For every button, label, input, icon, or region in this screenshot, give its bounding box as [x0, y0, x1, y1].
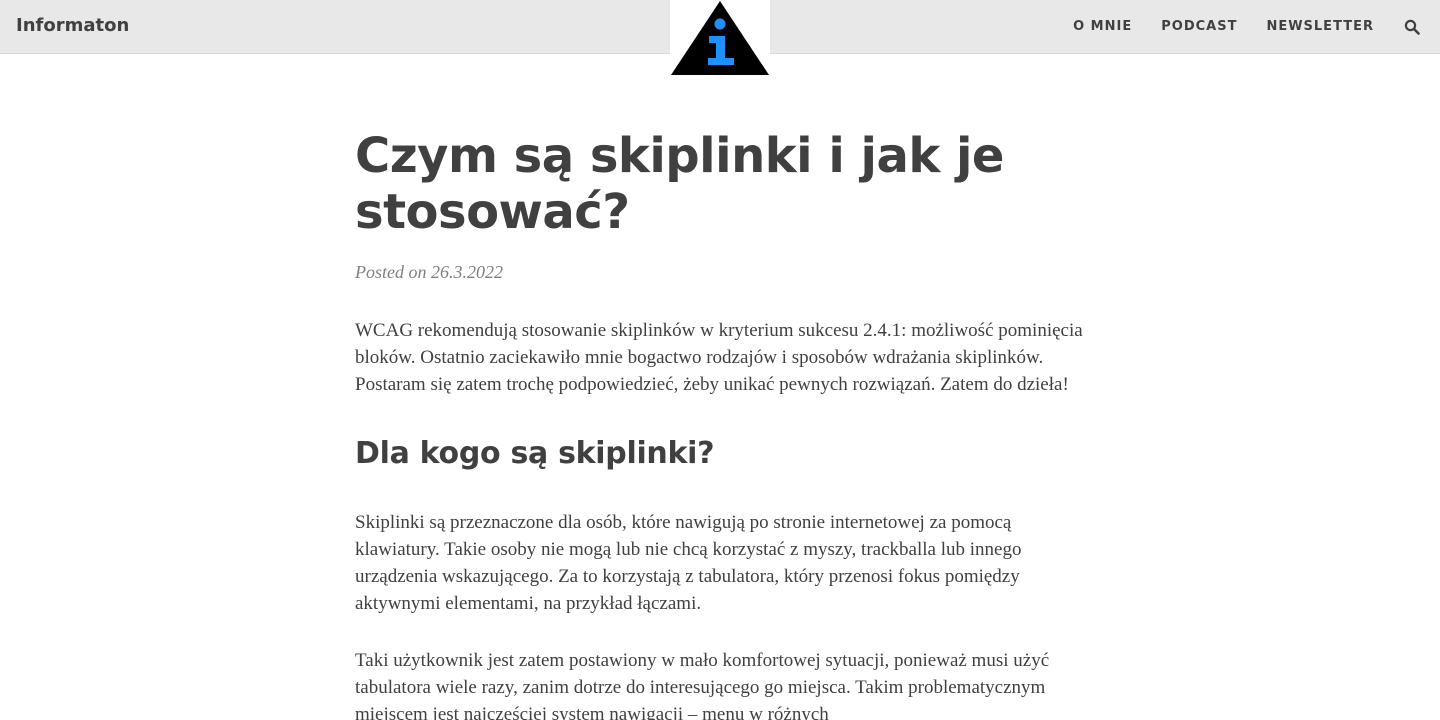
- body-paragraph: Skiplinki są przeznaczone dla osób, któr…: [355, 512, 1022, 614]
- info-triangle-icon: [671, 1, 769, 75]
- site-logo[interactable]: [670, 0, 770, 76]
- body-paragraph: Taki użytkownik jest zatem postawiony w …: [355, 650, 1050, 720]
- article: Czym są skiplinki i jak je stosować? Pos…: [355, 128, 1095, 720]
- search-icon: [1404, 19, 1420, 35]
- top-bar: Informaton O MNIE PODCAST NEWSLETTER: [0, 0, 1440, 76]
- site-brand-link[interactable]: Informaton: [16, 15, 129, 36]
- nav-item-podcast[interactable]: PODCAST: [1161, 19, 1237, 34]
- intro-paragraph: WCAG rekomendują stosowanie skiplinków w…: [355, 320, 1083, 395]
- search-button[interactable]: [1404, 19, 1420, 35]
- section-heading: Dla kogo są skiplinki?: [355, 436, 715, 471]
- post-date: Posted on 26.3.2022: [355, 262, 503, 282]
- nav-item-o-mnie[interactable]: O MNIE: [1073, 19, 1132, 34]
- main-navigation: O MNIE PODCAST NEWSLETTER: [1044, 0, 1420, 53]
- nav-item-newsletter[interactable]: NEWSLETTER: [1266, 19, 1374, 34]
- article-title: Czym są skiplinki i jak je stosować?: [355, 128, 1004, 240]
